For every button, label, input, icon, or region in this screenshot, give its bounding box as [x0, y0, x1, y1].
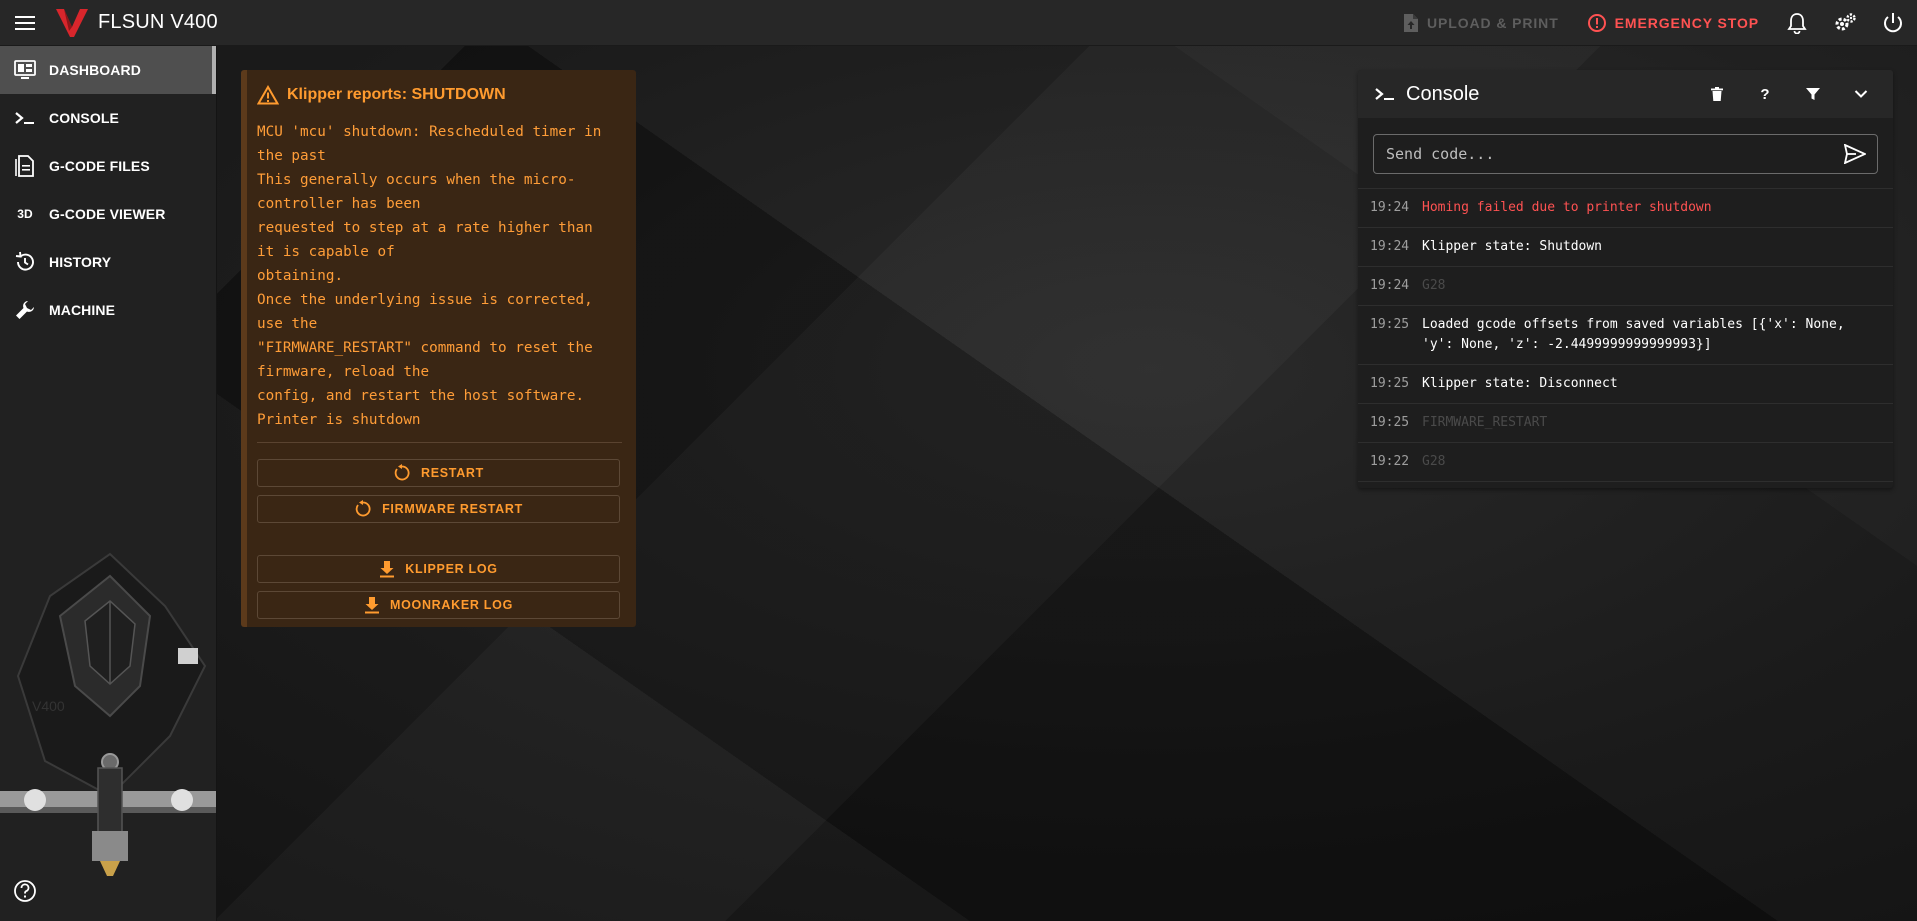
alert-divider [257, 442, 622, 443]
help-circle-icon[interactable] [12, 878, 38, 904]
console-log-entry: 19:25 Loaded gcode offsets from saved va… [1358, 306, 1893, 365]
console-log-entry: 19:25 Klipper state: Disconnect [1358, 365, 1893, 404]
log-timestamp: 19:22 [1370, 454, 1410, 469]
sidebar-item-label: DASHBOARD [49, 62, 141, 78]
clear-console-button[interactable] [1693, 70, 1741, 118]
sidebar-item-machine[interactable]: MACHINE [0, 286, 216, 334]
wrench-icon [14, 299, 36, 321]
console-title: Console [1406, 82, 1480, 105]
log-timestamp: 19:25 [1370, 376, 1410, 391]
download-icon [380, 561, 395, 578]
warning-triangle-icon [257, 85, 279, 105]
sidebar-item-label: G-CODE FILES [49, 158, 150, 174]
console-header: Console ? [1358, 70, 1893, 118]
upload-print-label: UPLOAD & PRINT [1427, 14, 1559, 31]
klipper-log-button[interactable]: KLIPPER LOG [257, 555, 620, 583]
console-input-box [1373, 134, 1878, 174]
brand-logo[interactable] [50, 0, 94, 46]
send-code-button[interactable] [1839, 138, 1871, 170]
firmware-restart-button[interactable]: FIRMWARE RESTART [257, 495, 620, 523]
upload-print-button[interactable]: UPLOAD & PRINT [1389, 0, 1573, 46]
send-icon [1844, 144, 1866, 164]
console-log-entry: 19:24 Homing failed due to printer shutd… [1358, 189, 1893, 228]
console-log-list: 19:24 Homing failed due to printer shutd… [1358, 189, 1893, 482]
settings-button[interactable] [1821, 0, 1869, 46]
console-log-entry: 19:25 FIRMWARE_RESTART [1358, 404, 1893, 443]
flsun-logo-icon [56, 8, 88, 37]
log-timestamp: 19:24 [1370, 278, 1410, 293]
log-message: Homing failed due to printer shutdown [1422, 200, 1712, 215]
sidebar-item-label: HISTORY [49, 254, 112, 270]
klipper-shutdown-panel: Klipper reports: SHUTDOWN MCU 'mcu' shut… [241, 70, 636, 627]
console-help-button[interactable]: ? [1741, 70, 1789, 118]
printer-model-label: V400 [32, 698, 65, 714]
notifications-button[interactable] [1773, 0, 1821, 46]
emergency-stop-button[interactable]: EMERGENCY STOP [1573, 0, 1773, 46]
log-timestamp: 19:25 [1370, 317, 1410, 332]
klipper-log-label: KLIPPER LOG [405, 562, 498, 576]
sidebar-item-history[interactable]: HISTORY [0, 238, 216, 286]
download-icon [365, 597, 379, 614]
sidebar-item-label: G-CODE VIEWER [49, 206, 166, 222]
restart-icon [355, 500, 371, 517]
filter-icon [1806, 88, 1820, 100]
restart-label: RESTART [421, 466, 484, 480]
log-command[interactable]: G28 [1422, 276, 1445, 296]
monitor-dashboard-icon [14, 59, 36, 81]
printer-illustration: V400 [0, 552, 216, 876]
sidebar-nav: DASHBOARD CONSOLE G-CODE FILES 3D G-CODE… [0, 46, 217, 921]
sidebar-item-label: CONSOLE [49, 110, 119, 126]
chevron-down-icon [1854, 90, 1868, 98]
restart-icon [394, 464, 410, 481]
restart-button[interactable]: RESTART [257, 459, 620, 487]
alert-header: Klipper reports: SHUTDOWN [257, 80, 622, 110]
menu-toggle-button[interactable] [0, 0, 50, 46]
log-command[interactable]: FIRMWARE_RESTART [1422, 413, 1547, 433]
log-message: Klipper state: Disconnect [1422, 376, 1618, 391]
console-prompt-icon [1375, 88, 1394, 100]
log-message: Klipper state: Shutdown [1422, 239, 1603, 254]
console-panel: Console ? Send code... 19:24 Homing fail… [1358, 70, 1893, 488]
alert-circle-icon [1587, 13, 1606, 32]
emergency-stop-label: EMERGENCY STOP [1614, 14, 1759, 31]
file-upload-icon [1404, 13, 1419, 32]
moonraker-log-button[interactable]: MOONRAKER LOG [257, 591, 620, 619]
sidebar-item-gcode-viewer[interactable]: 3D G-CODE VIEWER [0, 190, 216, 238]
log-timestamp: 19:24 [1370, 200, 1410, 215]
file-document-icon [14, 155, 36, 177]
sidebar-item-label: MACHINE [49, 302, 116, 318]
log-timestamp: 19:25 [1370, 415, 1410, 430]
console-input-area [1358, 118, 1893, 189]
console-log-entry: 19:24 Klipper state: Shutdown [1358, 228, 1893, 267]
console-filter-button[interactable] [1789, 70, 1837, 118]
sidebar-item-gcode-files[interactable]: G-CODE FILES [0, 142, 216, 190]
console-log-entry: 19:24 G28 [1358, 267, 1893, 306]
cogs-icon [1835, 12, 1856, 30]
send-code-input[interactable] [1386, 145, 1839, 163]
bell-icon [1787, 12, 1807, 34]
hamburger-menu-icon [15, 15, 35, 30]
console-log-entry: 19:22 G28 [1358, 443, 1893, 482]
power-button[interactable] [1869, 0, 1917, 46]
power-icon [1884, 12, 1902, 32]
sidebar-item-dashboard[interactable]: DASHBOARD [0, 46, 216, 94]
history-icon [14, 251, 36, 273]
alert-title: Klipper reports: SHUTDOWN [287, 86, 506, 103]
log-message: Loaded gcode offsets from saved variable… [1422, 317, 1845, 352]
trash-icon [1711, 87, 1723, 101]
shutdown-message: MCU 'mcu' shutdown: Rescheduled timer in… [257, 124, 602, 428]
console-prompt-icon [14, 107, 36, 129]
collapse-console-button[interactable] [1837, 70, 1885, 118]
app-title: FLSUN V400 [98, 11, 218, 33]
3d-icon: 3D [17, 207, 33, 221]
top-app-bar: FLSUN V400 UPLOAD & PRINT EMERGENCY STOP [0, 0, 1917, 46]
sidebar-item-console[interactable]: CONSOLE [0, 94, 216, 142]
log-timestamp: 19:24 [1370, 239, 1410, 254]
moonraker-log-label: MOONRAKER LOG [390, 598, 513, 612]
firmware-restart-label: FIRMWARE RESTART [382, 502, 523, 516]
log-command[interactable]: G28 [1422, 452, 1445, 472]
